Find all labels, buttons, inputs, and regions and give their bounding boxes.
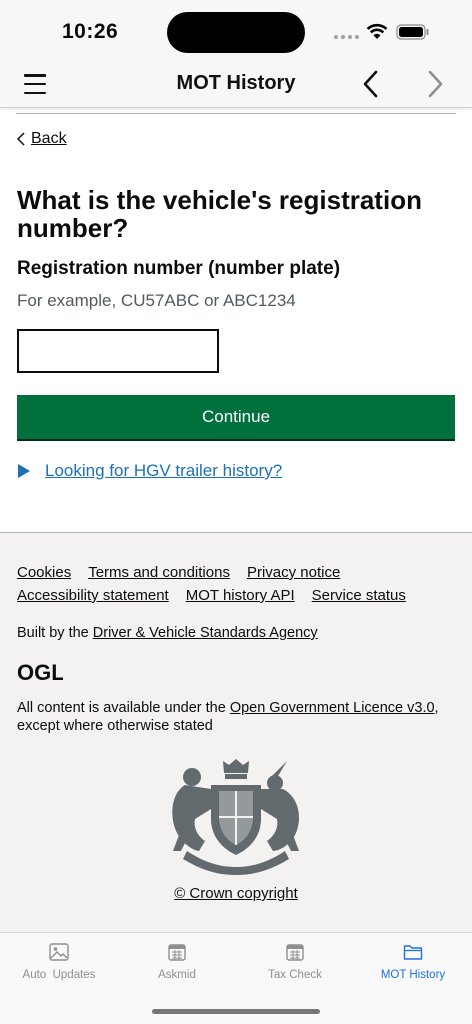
browser-back-icon[interactable]: [360, 68, 384, 100]
built-by-text: Built by the Driver & Vehicle Standards …: [17, 625, 318, 641]
dvsa-link[interactable]: Driver & Vehicle Standards Agency: [93, 625, 318, 641]
navigation-bar: MOT History: [0, 60, 472, 108]
footer-link-api[interactable]: MOT history API: [186, 587, 295, 604]
registration-input[interactable]: [17, 329, 219, 373]
home-indicator[interactable]: [152, 1009, 320, 1014]
status-time: 10:26: [62, 20, 119, 43]
svg-text:OGL: OGL: [17, 661, 63, 683]
browser-forward-icon[interactable]: [422, 68, 446, 100]
dynamic-island: [167, 12, 305, 53]
footer-link-privacy[interactable]: Privacy notice: [247, 564, 340, 581]
nav-title: MOT History: [176, 72, 296, 94]
folder-icon: [403, 945, 423, 960]
licence-text: All content is available under the Open …: [17, 700, 439, 734]
tab-mot-history[interactable]: MOT History: [354, 943, 472, 981]
footer-link-service-status[interactable]: Service status: [312, 587, 406, 604]
crown-copyright: © Crown copyright: [0, 885, 472, 902]
royal-coat-of-arms-logo: [172, 759, 299, 875]
tab-label-auto-updates: Auto Updates: [22, 969, 96, 981]
footer-links: Cookies Terms and conditions Privacy notic…: [17, 561, 457, 607]
continue-button[interactable]: Continue: [17, 395, 455, 439]
hgv-trailer-link[interactable]: Looking for HGV trailer history?: [45, 461, 282, 481]
page-footer: Cookies Terms and conditions Privacy notic…: [0, 532, 472, 932]
calendar-icon: [286, 944, 304, 961]
status-bar: 10:26: [0, 0, 472, 60]
back-link[interactable]: Back: [17, 130, 67, 148]
hgv-trailer-details[interactable]: Looking for HGV trailer history?: [17, 461, 282, 481]
registration-hint: For example, CU57ABC or ABC1234: [17, 291, 296, 310]
tab-tax-check[interactable]: Tax Check: [236, 943, 354, 981]
wifi-icon: [366, 23, 388, 39]
ogl-logo: OGL: [17, 661, 63, 683]
cellular-signal-icon: [334, 35, 359, 39]
chevron-left-icon: [17, 132, 25, 146]
disclosure-triangle-icon: [18, 464, 30, 478]
tab-askmid[interactable]: Askmid: [118, 943, 236, 981]
image-icon: [49, 943, 69, 961]
tab-label-askmid: Askmid: [158, 969, 196, 981]
back-link-label: Back: [31, 130, 67, 147]
tab-label-mot-history: MOT History: [380, 969, 446, 981]
tab-label-tax-check: Tax Check: [268, 969, 322, 981]
footer-link-accessibility[interactable]: Accessibility statement: [17, 587, 169, 604]
ogl-licence-link[interactable]: Open Government Licence v3.0: [230, 700, 435, 716]
tab-auto-updates[interactable]: Auto Updates: [0, 943, 118, 981]
crown-copyright-link[interactable]: © Crown copyright: [174, 885, 298, 902]
page-heading: What is the vehicle's registration numbe…: [17, 185, 422, 243]
calendar-icon: [168, 944, 186, 961]
footer-link-cookies[interactable]: Cookies: [17, 564, 71, 581]
registration-field-label: Registration number (number plate): [17, 258, 341, 279]
header-divider: [16, 113, 456, 114]
footer-link-terms[interactable]: Terms and conditions: [88, 564, 230, 581]
battery-icon: [396, 24, 429, 40]
